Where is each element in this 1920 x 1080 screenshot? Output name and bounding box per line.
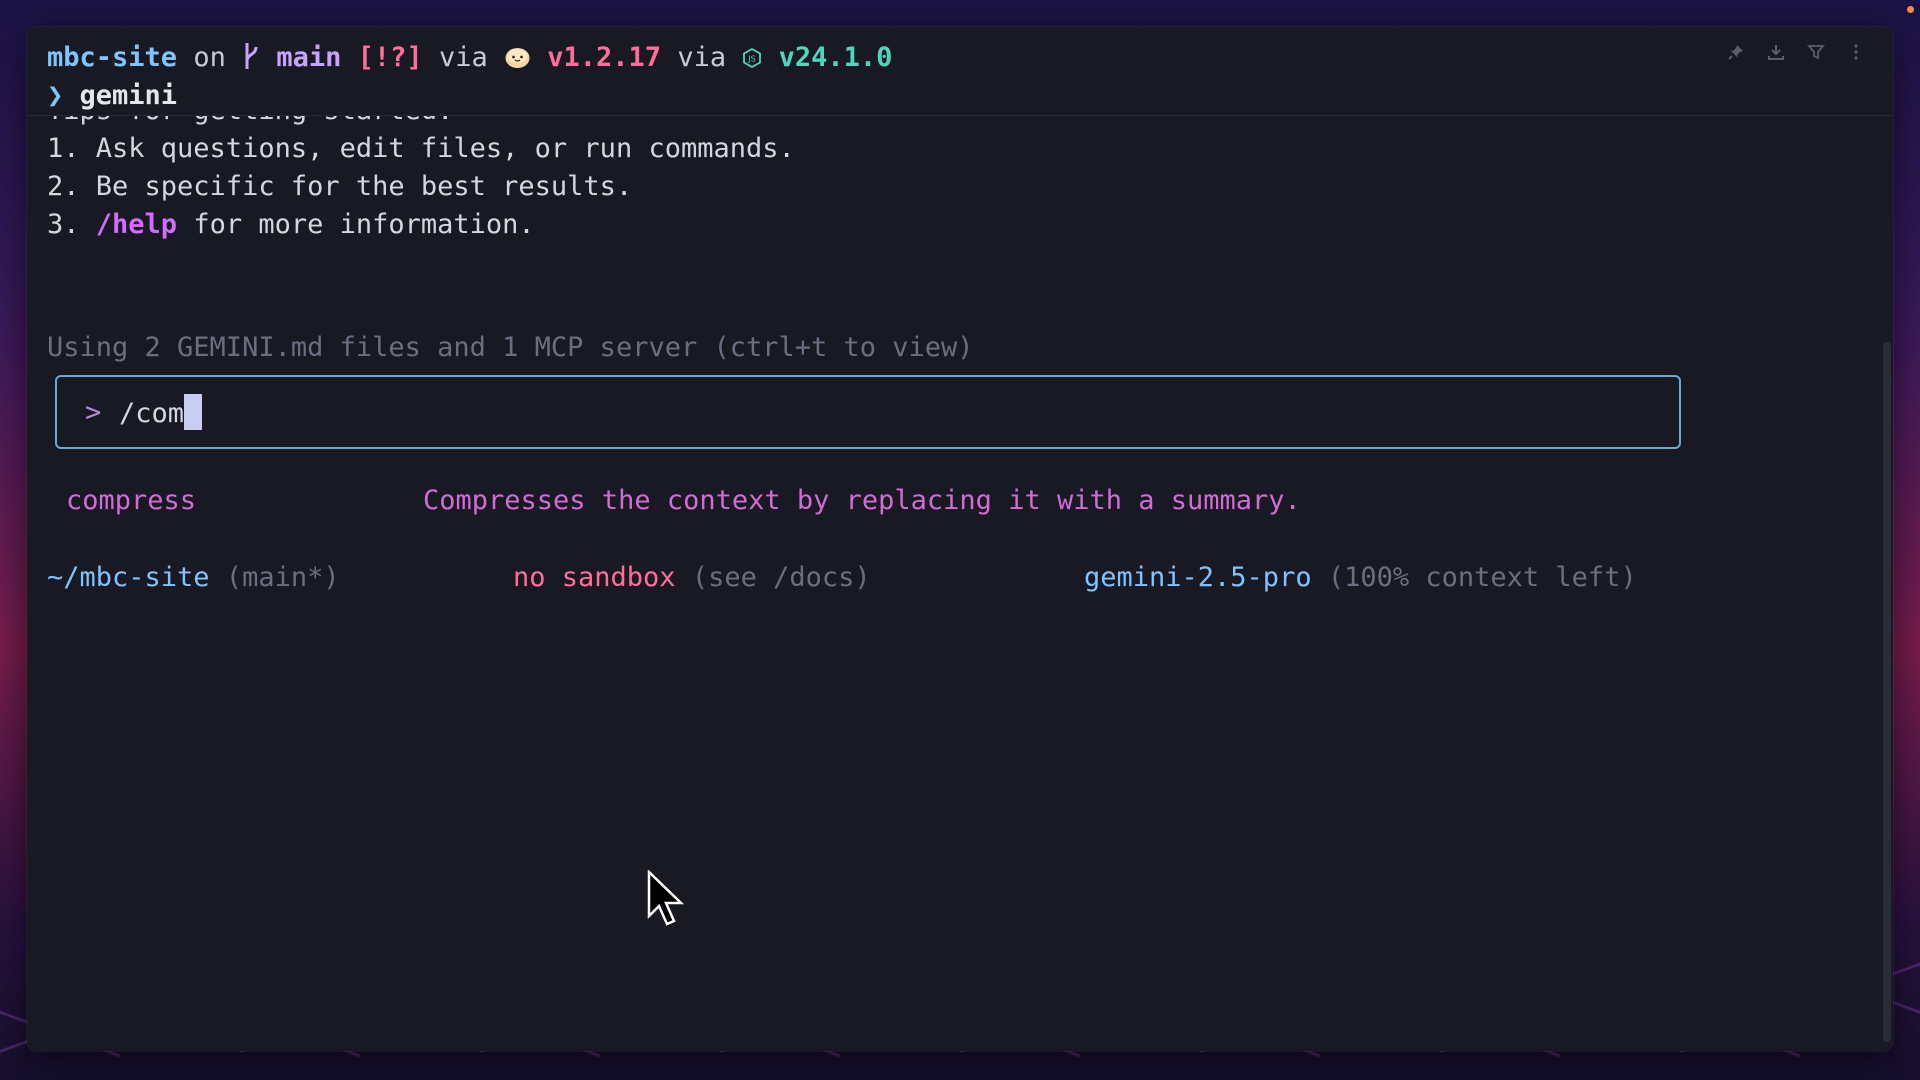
tips-heading: Tips for getting started: [47,116,453,126]
footer-sandbox: no sandbox [513,562,676,593]
mouse-cursor-icon [647,870,685,926]
node-icon: JS [742,41,762,69]
tips-list: 1. Ask questions, edit files, or run com… [47,130,795,244]
prompt-command: gemini [79,80,178,111]
terminal-toolbar [1727,43,1865,61]
more-vertical-icon[interactable] [1847,43,1865,61]
footer-path: ~/mbc-site [47,562,210,593]
tip-item-3-text: for more information. [177,209,535,240]
text-cursor [184,394,203,430]
notification-dot [1907,6,1914,13]
scrollbar[interactable] [1883,342,1891,1042]
input-prompt-symbol: > [85,397,102,428]
svg-text:JS: JS [748,55,756,64]
tip-item-3-num: 3. [47,209,96,240]
tip-help-command: /help [95,209,178,240]
node-version: v24.1.0 [778,42,893,73]
prompt-arrow: ❯ [47,80,64,111]
pin-icon[interactable] [1727,43,1745,61]
command-input[interactable]: > /com [55,375,1681,449]
tip-item-1: 1. Ask questions, edit files, or run com… [47,133,795,164]
prompt-on: on [193,42,226,73]
footer-model-group: gemini-2.5-pro (100% context left) [1084,559,1637,597]
prompt-dir: mbc-site [47,42,178,73]
context-info: Using 2 GEMINI.md files and 1 MCP server… [47,332,974,363]
terminal-window[interactable]: mbc-site on main [!?] via v1.2.17 via JS… [27,27,1893,1051]
git-branch-icon [242,42,260,73]
input-value-wrap[interactable]: /com [119,394,203,433]
bun-icon [504,43,531,69]
prompt-branch: main [276,42,342,73]
footer-context: (100% context left) [1327,562,1637,593]
footer-model: gemini-2.5-pro [1084,562,1312,593]
footer-sandbox-hint: (see /docs) [691,562,871,593]
filter-icon[interactable] [1807,43,1825,61]
footer-branch: (main*) [225,562,340,593]
bun-version: v1.2.17 [547,42,662,73]
suggestion-command[interactable]: compress [66,482,196,520]
tip-item-2: 2. Be specific for the best results. [47,171,633,202]
footer-path-group: ~/mbc-site (main*) [47,559,340,597]
prompt-via: via [438,42,488,73]
download-icon[interactable] [1767,43,1785,61]
input-value[interactable]: /com [119,398,184,429]
prompt-via-2: via [677,42,727,73]
footer-sandbox-group: no sandbox (see /docs) [513,559,871,597]
tips-heading-clipped: Tips for getting started: [47,116,453,130]
shell-prompt: mbc-site on main [!?] via v1.2.17 via JS… [47,39,892,115]
prompt-git-status: [!?] [357,42,423,73]
suggestion-description: Compresses the context by replacing it w… [423,485,1301,516]
